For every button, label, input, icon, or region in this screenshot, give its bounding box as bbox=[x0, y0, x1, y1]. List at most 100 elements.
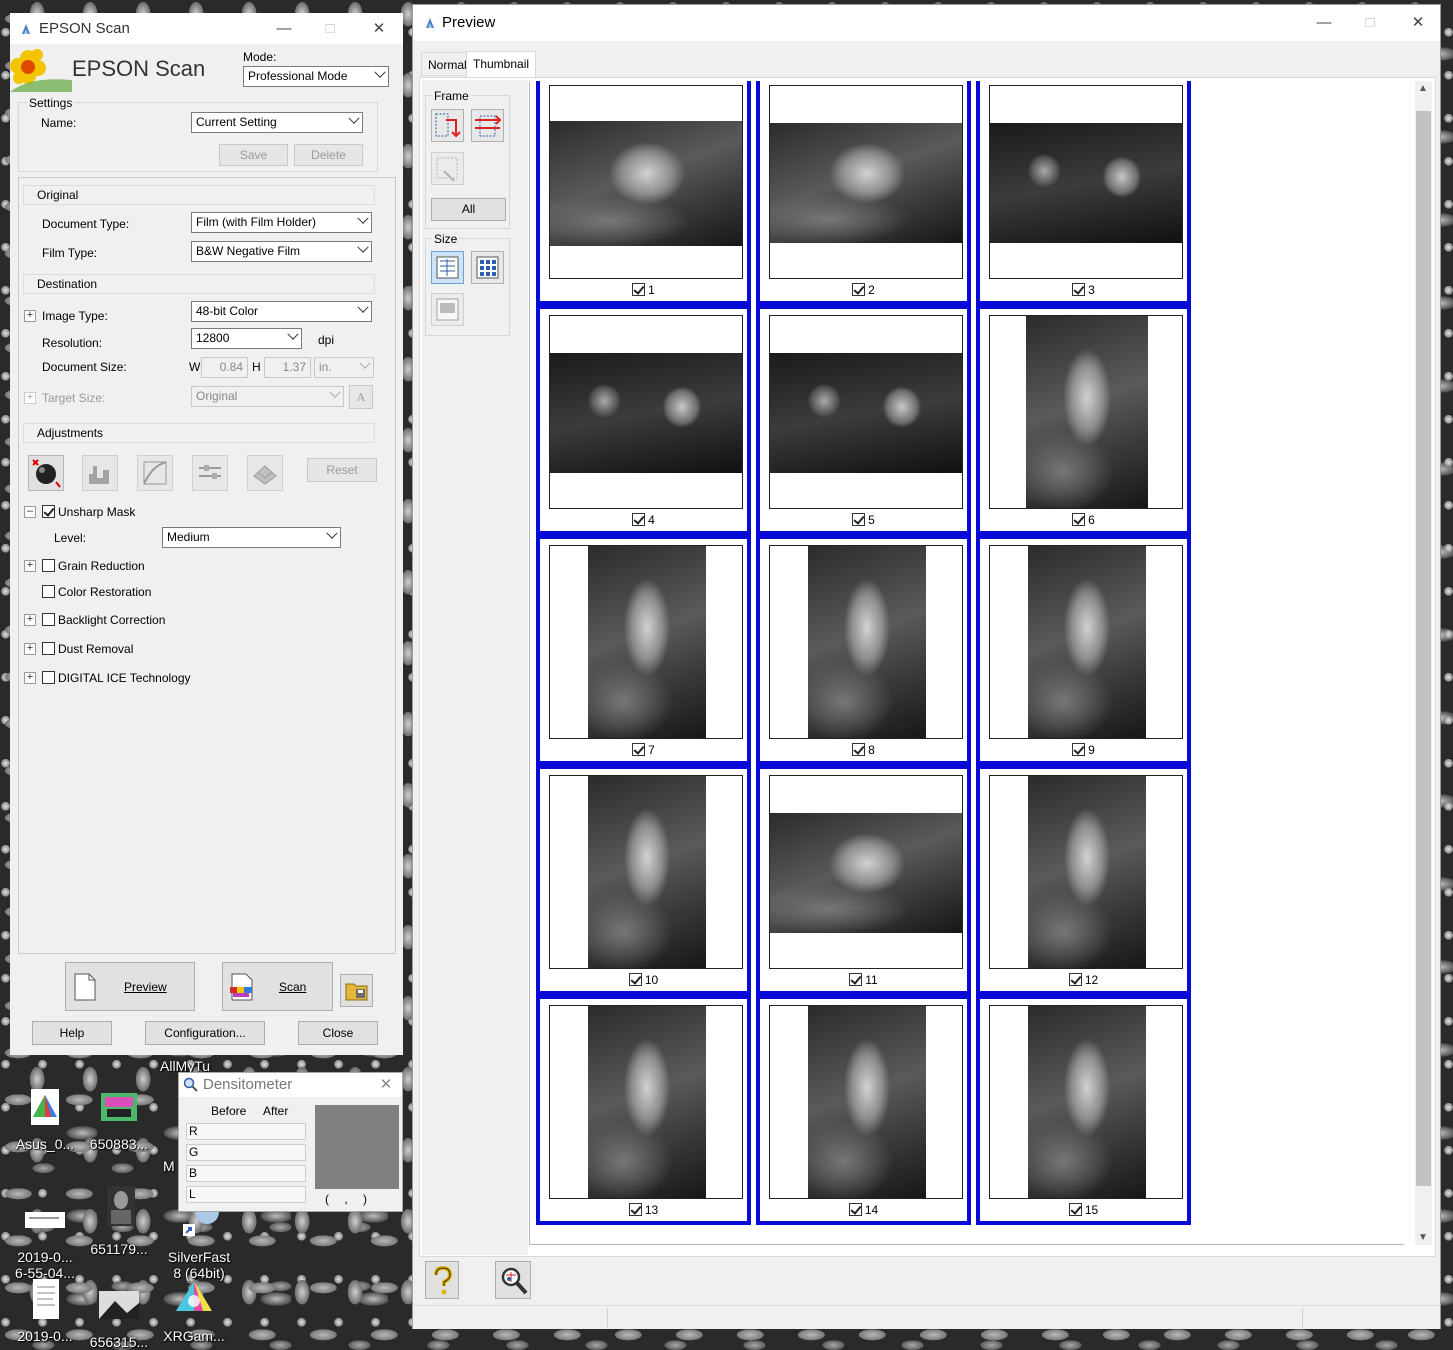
thumbnail-cell[interactable]: 5 bbox=[756, 305, 971, 535]
grain-reduction-checkbox[interactable] bbox=[42, 559, 55, 572]
thumbnail-cell[interactable]: 9 bbox=[976, 535, 1191, 765]
densitometer-icon[interactable] bbox=[495, 1261, 531, 1299]
thumbnail-checkbox[interactable] bbox=[1068, 1203, 1082, 1216]
thumbnail-frame[interactable] bbox=[989, 775, 1183, 969]
thumbnail-checkbox[interactable] bbox=[852, 743, 866, 756]
image-adjustment-icon[interactable] bbox=[192, 455, 228, 491]
desktop-icon[interactable]: Asus_0... bbox=[14, 1085, 76, 1152]
digital-ice-checkbox[interactable] bbox=[42, 671, 55, 684]
thumbnail-checkbox[interactable] bbox=[632, 743, 646, 756]
thumbnail-checkbox[interactable] bbox=[852, 283, 866, 296]
thumbnail-frame[interactable] bbox=[989, 85, 1183, 279]
target-size-edit-icon[interactable]: A bbox=[349, 385, 373, 409]
thumbnail-checkbox[interactable] bbox=[628, 1203, 642, 1216]
thumbnail-cell[interactable]: 1 bbox=[536, 81, 751, 305]
resolution-select[interactable]: 12800 bbox=[191, 328, 302, 349]
dust-removal-checkbox[interactable] bbox=[42, 642, 55, 655]
preview-titlebar[interactable]: Preview — □ ✕ bbox=[413, 5, 1440, 41]
thumbnail-frame[interactable] bbox=[769, 775, 963, 969]
thumbnail-frame[interactable] bbox=[989, 315, 1183, 509]
desktop-icon[interactable]: 2019-0... bbox=[14, 1277, 76, 1344]
medium-thumbnail-icon[interactable] bbox=[431, 251, 464, 284]
image-type-select[interactable]: 48-bit Color bbox=[191, 301, 372, 322]
thumbnail-cell[interactable]: 8 bbox=[756, 535, 971, 765]
auto-exposure-icon[interactable] bbox=[28, 455, 64, 491]
size-unit-select[interactable]: in. bbox=[314, 357, 374, 378]
unsharp-mask-collapse-icon[interactable]: – bbox=[24, 506, 36, 518]
digital-ice-expand-icon[interactable]: + bbox=[24, 672, 36, 684]
file-save-settings-icon[interactable] bbox=[340, 974, 373, 1007]
select-all-button[interactable]: All bbox=[431, 198, 506, 221]
thumbnail-frame[interactable] bbox=[989, 1005, 1183, 1199]
configuration-button[interactable]: Configuration... bbox=[145, 1021, 265, 1045]
thumbnail-frame[interactable] bbox=[769, 315, 963, 509]
film-type-select[interactable]: B&W Negative Film bbox=[191, 241, 372, 262]
backlight-correction-checkbox[interactable] bbox=[42, 613, 55, 626]
help-icon[interactable] bbox=[425, 1261, 459, 1299]
close-button[interactable]: Close bbox=[298, 1021, 378, 1045]
densitometer-titlebar[interactable]: Densitometer ✕ bbox=[179, 1073, 402, 1097]
thumbnail-cell[interactable]: 14 bbox=[756, 995, 971, 1225]
thumbnail-frame[interactable] bbox=[549, 775, 743, 969]
mode-select[interactable]: Professional Mode bbox=[243, 66, 389, 87]
close-icon[interactable]: ✕ bbox=[367, 19, 391, 39]
desktop-icon[interactable]: 650883... bbox=[88, 1085, 150, 1152]
thumbnail-checkbox[interactable] bbox=[632, 513, 646, 526]
marquee-tool-icon[interactable] bbox=[431, 109, 464, 142]
grain-reduction-expand-icon[interactable]: + bbox=[24, 560, 36, 572]
thumbnail-cell[interactable]: 13 bbox=[536, 995, 751, 1225]
target-size-select[interactable]: Original bbox=[191, 386, 344, 407]
thumbnail-checkbox[interactable] bbox=[632, 283, 646, 296]
thumbnail-cell[interactable]: 6 bbox=[976, 305, 1191, 535]
delete-marquee-icon[interactable] bbox=[431, 152, 464, 185]
target-size-expand-icon[interactable]: + bbox=[24, 392, 36, 404]
small-thumbnail-icon[interactable] bbox=[471, 251, 504, 284]
minimize-icon[interactable]: — bbox=[272, 19, 296, 39]
desktop-icon[interactable]: 651179... bbox=[88, 1178, 150, 1257]
thumbnail-frame[interactable] bbox=[549, 85, 743, 279]
thumbnail-frame[interactable] bbox=[549, 315, 743, 509]
thumbnail-cell[interactable]: 7 bbox=[536, 535, 751, 765]
desktop-icon[interactable]: 2019-0... 6-55-04... bbox=[14, 1198, 76, 1281]
name-select[interactable]: Current Setting bbox=[191, 112, 363, 133]
save-button[interactable]: Save bbox=[219, 144, 288, 166]
close-icon[interactable]: ✕ bbox=[374, 1075, 398, 1095]
vertical-scrollbar[interactable]: ▲ ▼ bbox=[1415, 81, 1432, 1245]
thumbnail-checkbox[interactable] bbox=[848, 1203, 862, 1216]
thumbnail-checkbox[interactable] bbox=[1072, 513, 1086, 526]
thumbnail-cell[interactable]: 12 bbox=[976, 765, 1191, 995]
level-select[interactable]: Medium bbox=[162, 527, 341, 548]
scrollbar-thumb[interactable] bbox=[1416, 111, 1431, 1186]
tab-thumbnail[interactable]: Thumbnail bbox=[466, 51, 537, 78]
thumbnail-cell[interactable]: 11 bbox=[756, 765, 971, 995]
thumbnail-checkbox[interactable] bbox=[1072, 283, 1086, 296]
histogram-adjustment-icon[interactable] bbox=[82, 455, 118, 491]
thumbnail-frame[interactable] bbox=[769, 1005, 963, 1199]
thumbnail-cell[interactable]: 4 bbox=[536, 305, 751, 535]
large-thumbnail-icon[interactable] bbox=[431, 293, 464, 326]
thumbnail-checkbox[interactable] bbox=[1072, 743, 1086, 756]
thumbnail-cell[interactable]: 10 bbox=[536, 765, 751, 995]
thumbnail-cell[interactable]: 3 bbox=[976, 81, 1191, 305]
thumbnail-frame[interactable] bbox=[769, 545, 963, 739]
thumbnail-cell[interactable]: 15 bbox=[976, 995, 1191, 1225]
desktop-icon[interactable]: 656315... bbox=[88, 1283, 150, 1350]
backlight-correction-expand-icon[interactable]: + bbox=[24, 614, 36, 626]
thumbnail-checkbox[interactable] bbox=[1068, 973, 1082, 986]
unsharp-mask-checkbox[interactable] bbox=[42, 505, 55, 518]
auto-locate-icon[interactable] bbox=[471, 109, 504, 142]
thumbnail-frame[interactable] bbox=[769, 85, 963, 279]
scroll-up-icon[interactable]: ▲ bbox=[1418, 83, 1428, 94]
epson-scan-titlebar[interactable]: EPSON Scan — □ ✕ bbox=[10, 13, 403, 44]
scan-button[interactable]: Scan bbox=[222, 962, 333, 1011]
thumbnail-checkbox[interactable] bbox=[852, 513, 866, 526]
width-field[interactable]: 0.84 bbox=[201, 357, 248, 378]
document-type-select[interactable]: Film (with Film Holder) bbox=[191, 212, 372, 233]
thumbnail-checkbox[interactable] bbox=[628, 973, 642, 986]
reset-button[interactable]: Reset bbox=[307, 458, 377, 482]
desktop-icon[interactable]: XRGam... bbox=[163, 1277, 225, 1344]
image-type-expand-icon[interactable]: + bbox=[24, 310, 36, 322]
delete-button[interactable]: Delete bbox=[294, 144, 363, 166]
color-restoration-checkbox[interactable] bbox=[42, 585, 55, 598]
help-button[interactable]: Help bbox=[32, 1021, 112, 1045]
